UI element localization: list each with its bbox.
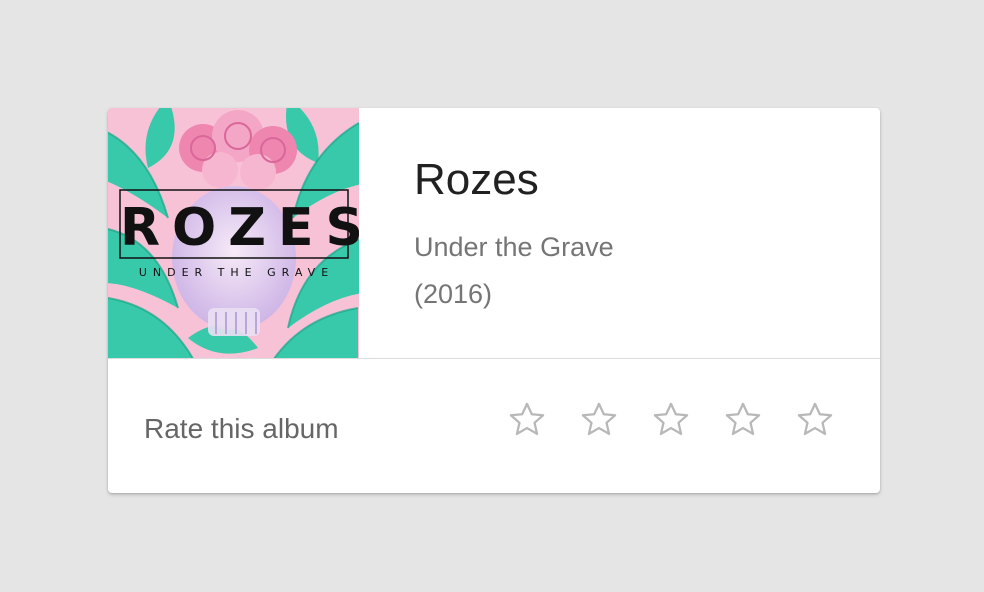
cover-logo-text: ROZES (120, 198, 359, 258)
album-title: Under the Grave (414, 232, 614, 262)
album-info: Rozes Under the Grave (2016) (414, 152, 614, 318)
rating-section: Rate this album (108, 359, 880, 493)
album-year: (2016) (414, 279, 493, 309)
star-4-icon[interactable] (722, 399, 764, 441)
album-header: ROZES UNDER THE GRAVE Rozes Under the Gr… (108, 108, 880, 358)
rate-label: Rate this album (144, 413, 339, 444)
star-rating (506, 399, 836, 441)
star-2-icon[interactable] (578, 399, 620, 441)
star-5-icon[interactable] (794, 399, 836, 441)
star-1-icon[interactable] (506, 399, 548, 441)
star-3-icon[interactable] (650, 399, 692, 441)
album-card: ROZES UNDER THE GRAVE Rozes Under the Gr… (108, 108, 880, 493)
album-cover-art: ROZES UNDER THE GRAVE (108, 108, 359, 358)
artist-name: Rozes (414, 155, 539, 204)
cover-subtitle-text: UNDER THE GRAVE (138, 266, 335, 279)
